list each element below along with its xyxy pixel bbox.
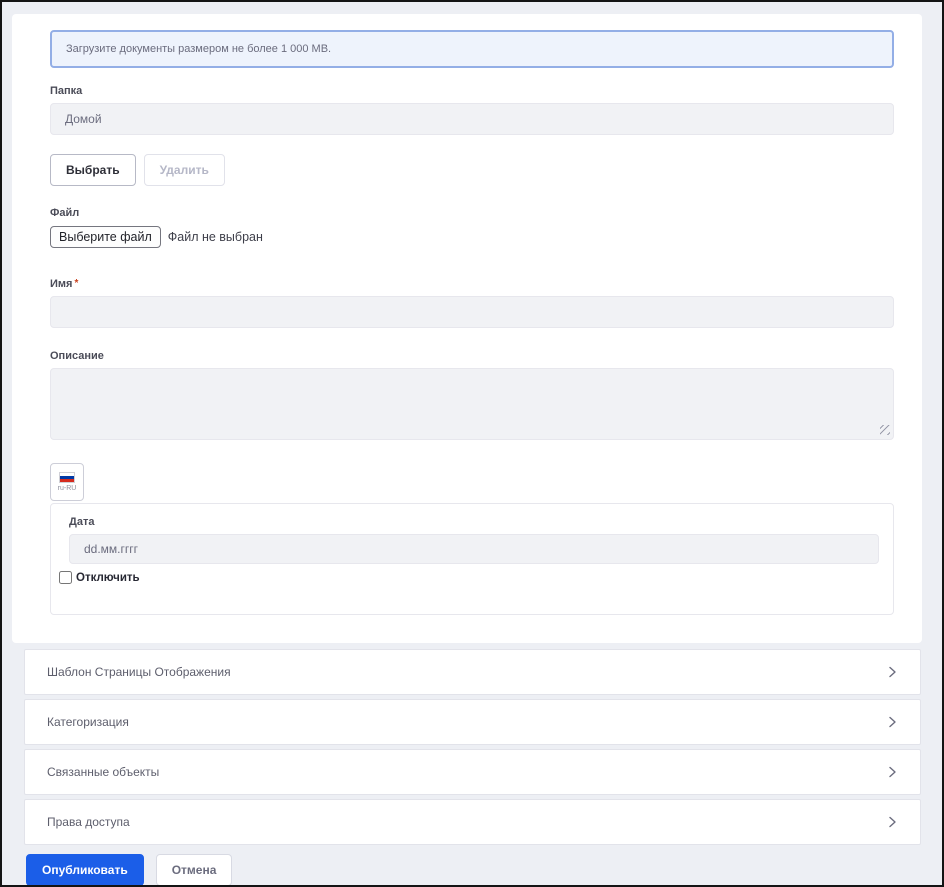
publish-button[interactable]: Опубликовать — [26, 854, 144, 885]
folder-label: Папка — [50, 85, 83, 97]
document-form-card: Загрузите документы размером не более 1 … — [12, 14, 922, 643]
document-upload-form-page: Загрузите документы размером не более 1 … — [0, 0, 944, 887]
disable-checkbox-row: Отключить — [59, 571, 881, 584]
ru-flag-icon — [59, 472, 75, 483]
name-label: Имя * — [50, 278, 894, 290]
chevron-right-icon — [886, 766, 898, 778]
locale-code-text: ru-RU — [57, 485, 77, 492]
date-fieldset: Дата Отключить — [50, 503, 894, 615]
description-label: Описание — [50, 350, 104, 362]
locale-selector-button[interactable]: ru-RU — [50, 463, 84, 501]
date-fieldset-inner: Дата — [69, 516, 879, 564]
chevron-right-icon — [886, 816, 898, 828]
disable-checkbox[interactable] — [59, 571, 72, 584]
date-input[interactable] — [69, 534, 879, 564]
chevron-right-icon — [886, 716, 898, 728]
name-input[interactable] — [50, 296, 894, 328]
accordion-label: Категоризация — [47, 715, 129, 729]
remove-folder-button: Удалить — [143, 154, 225, 186]
description-textarea[interactable] — [50, 368, 894, 440]
accordion-section-related-assets[interactable]: Связанные объекты — [24, 749, 921, 795]
folder-input — [50, 103, 894, 135]
accordion-label: Связанные объекты — [47, 765, 160, 779]
accordion-section-permissions[interactable]: Права доступа — [24, 799, 921, 845]
select-folder-button[interactable]: Выбрать — [50, 154, 136, 186]
name-label-text: Имя — [50, 278, 73, 290]
file-choose-button[interactable]: Выберите файл — [50, 226, 161, 248]
accordion-section-display-page-template[interactable]: Шаблон Страницы Отображения — [24, 649, 921, 695]
cancel-button[interactable]: Отмена — [155, 854, 233, 885]
chevron-right-icon — [886, 666, 898, 678]
folder-actions-row: Выбрать Удалить — [50, 154, 894, 186]
file-label: Файл — [50, 207, 80, 219]
required-asterisk: * — [74, 278, 79, 289]
dropzone-hint-text: Загрузите документы размером не более 1 … — [66, 43, 332, 55]
form-footer-actions: Опубликовать Отмена — [26, 854, 942, 885]
file-status-text: Файл не выбран — [167, 230, 263, 244]
date-label: Дата — [69, 516, 95, 528]
description-field-wrap — [50, 368, 894, 440]
file-input-row: Выберите файл Файл не выбран — [50, 226, 894, 248]
accordion-label: Шаблон Страницы Отображения — [47, 665, 231, 679]
accordion-section-categorization[interactable]: Категоризация — [24, 699, 921, 745]
accordion-list: Шаблон Страницы Отображения Категоризаци… — [24, 649, 921, 845]
accordion-label: Права доступа — [47, 815, 130, 829]
disable-checkbox-label: Отключить — [76, 571, 140, 584]
upload-dropzone[interactable]: Загрузите документы размером не более 1 … — [50, 30, 894, 68]
